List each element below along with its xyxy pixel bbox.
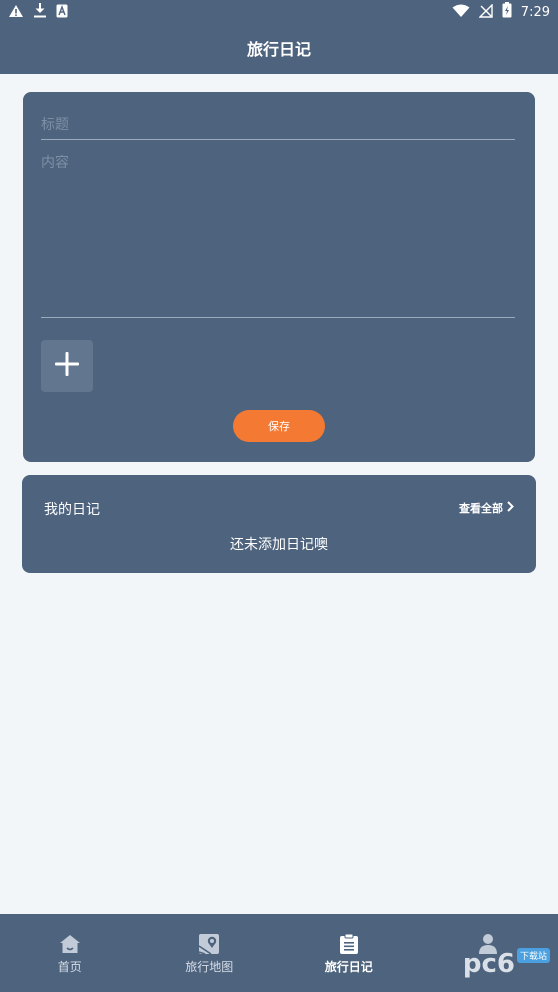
watermark-badge: 下载站 — [516, 948, 550, 963]
status-bar: 7:29 — [0, 0, 558, 24]
download-icon — [33, 2, 47, 22]
diary-icon — [339, 932, 359, 956]
view-all-link[interactable]: 查看全部 — [459, 500, 514, 516]
status-left-icons — [8, 2, 68, 22]
title-input[interactable] — [41, 110, 515, 140]
plus-icon — [54, 351, 80, 381]
save-button[interactable]: 保存 — [233, 410, 325, 442]
empty-diary-message: 还未添加日记噢 — [230, 537, 328, 553]
battery-charging-icon — [502, 2, 512, 22]
page-title: 旅行日记 — [246, 40, 311, 59]
content-input[interactable] — [41, 148, 515, 318]
nav-item-map[interactable]: 旅行地图 — [140, 914, 280, 992]
diary-editor-card: 保存 — [23, 92, 535, 462]
map-icon — [198, 932, 220, 956]
my-diary-title: 我的日记 — [44, 502, 100, 518]
nav-item-diary[interactable]: 旅行日记 — [279, 914, 419, 992]
chevron-right-icon — [507, 501, 514, 515]
nav-label-home: 首页 — [57, 960, 82, 974]
nav-label-map: 旅行地图 — [185, 960, 234, 974]
nav-item-home[interactable]: 首页 — [0, 914, 140, 992]
home-icon — [59, 932, 81, 956]
view-all-label: 查看全部 — [459, 502, 503, 515]
warning-icon — [8, 3, 24, 22]
status-time: 7:29 — [520, 4, 550, 20]
add-photo-button[interactable] — [41, 340, 93, 392]
wifi-icon — [452, 3, 470, 22]
nav-label-diary: 旅行日记 — [324, 960, 373, 974]
my-diary-card: 我的日记 查看全部 还未添加日记噢 — [22, 475, 536, 573]
watermark: pc6 下载站 — [463, 948, 550, 979]
status-right-icons: 7:29 — [452, 2, 550, 22]
font-icon — [56, 3, 68, 22]
watermark-text: pc6 — [462, 949, 515, 979]
app-bar: 7:29 旅行日记 — [0, 0, 558, 74]
no-signal-icon — [478, 2, 493, 22]
